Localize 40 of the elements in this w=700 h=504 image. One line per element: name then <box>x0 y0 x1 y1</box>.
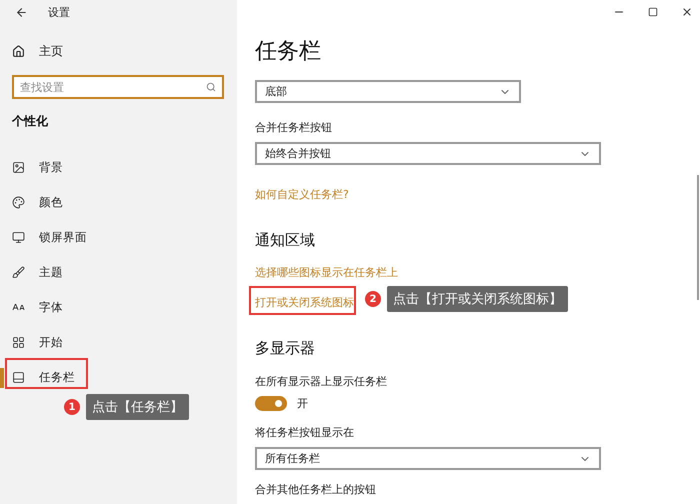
taskbar-icon <box>12 371 25 384</box>
window-title: 设置 <box>48 5 70 20</box>
callout-label: 点击【任务栏】 <box>86 394 189 420</box>
nav-item[interactable]: 颜色 <box>0 185 237 220</box>
palette-icon <box>12 196 25 209</box>
setting-label: 在所有显示器上显示任务栏 <box>255 374 387 389</box>
toggle-state: 开 <box>297 396 308 411</box>
callout-label: 点击【打开或关闭系统图标】 <box>387 286 568 312</box>
nav-item[interactable]: 开始 <box>0 325 237 360</box>
grid-icon <box>12 336 25 349</box>
picture-icon <box>12 161 25 174</box>
home-icon <box>12 44 25 58</box>
step-badge: 2 <box>365 291 381 307</box>
section-heading: 多显示器 <box>255 339 315 358</box>
setting-label: 将任务栏按钮显示在 <box>255 425 354 440</box>
page-title: 任务栏 <box>255 38 322 66</box>
brush-icon <box>12 266 25 279</box>
search-box[interactable]: 查找设置 <box>12 75 224 99</box>
dropdown[interactable]: 始终合并按钮 <box>255 142 601 165</box>
nav-item[interactable]: 任务栏 <box>0 360 237 395</box>
toggle-switch[interactable] <box>255 396 287 411</box>
section-heading: 通知区域 <box>255 231 315 250</box>
step-badge: 1 <box>64 399 80 415</box>
search-icon <box>206 82 216 92</box>
scrollbar[interactable] <box>697 175 699 300</box>
section-heading: 个性化 <box>12 113 49 130</box>
nav-item[interactable]: 锁屏界面 <box>0 220 237 255</box>
back-arrow-icon <box>14 6 28 19</box>
monitor-icon <box>12 231 25 244</box>
nav-item[interactable]: 主题 <box>0 255 237 290</box>
setting-label: 合并任务栏按钮 <box>255 120 332 135</box>
setting-label: 合并其他任务栏上的按钮 <box>255 482 376 497</box>
home-link[interactable]: 主页 <box>0 25 237 60</box>
dropdown[interactable]: 底部 <box>255 80 521 103</box>
dropdown[interactable]: 所有任务栏 <box>255 447 601 470</box>
nav-item[interactable]: 背景 <box>0 150 237 185</box>
search-field[interactable]: 查找设置 <box>20 77 206 97</box>
maximize-icon <box>648 7 658 17</box>
nav-item[interactable]: 字体 <box>0 290 237 325</box>
close-icon <box>681 6 693 18</box>
